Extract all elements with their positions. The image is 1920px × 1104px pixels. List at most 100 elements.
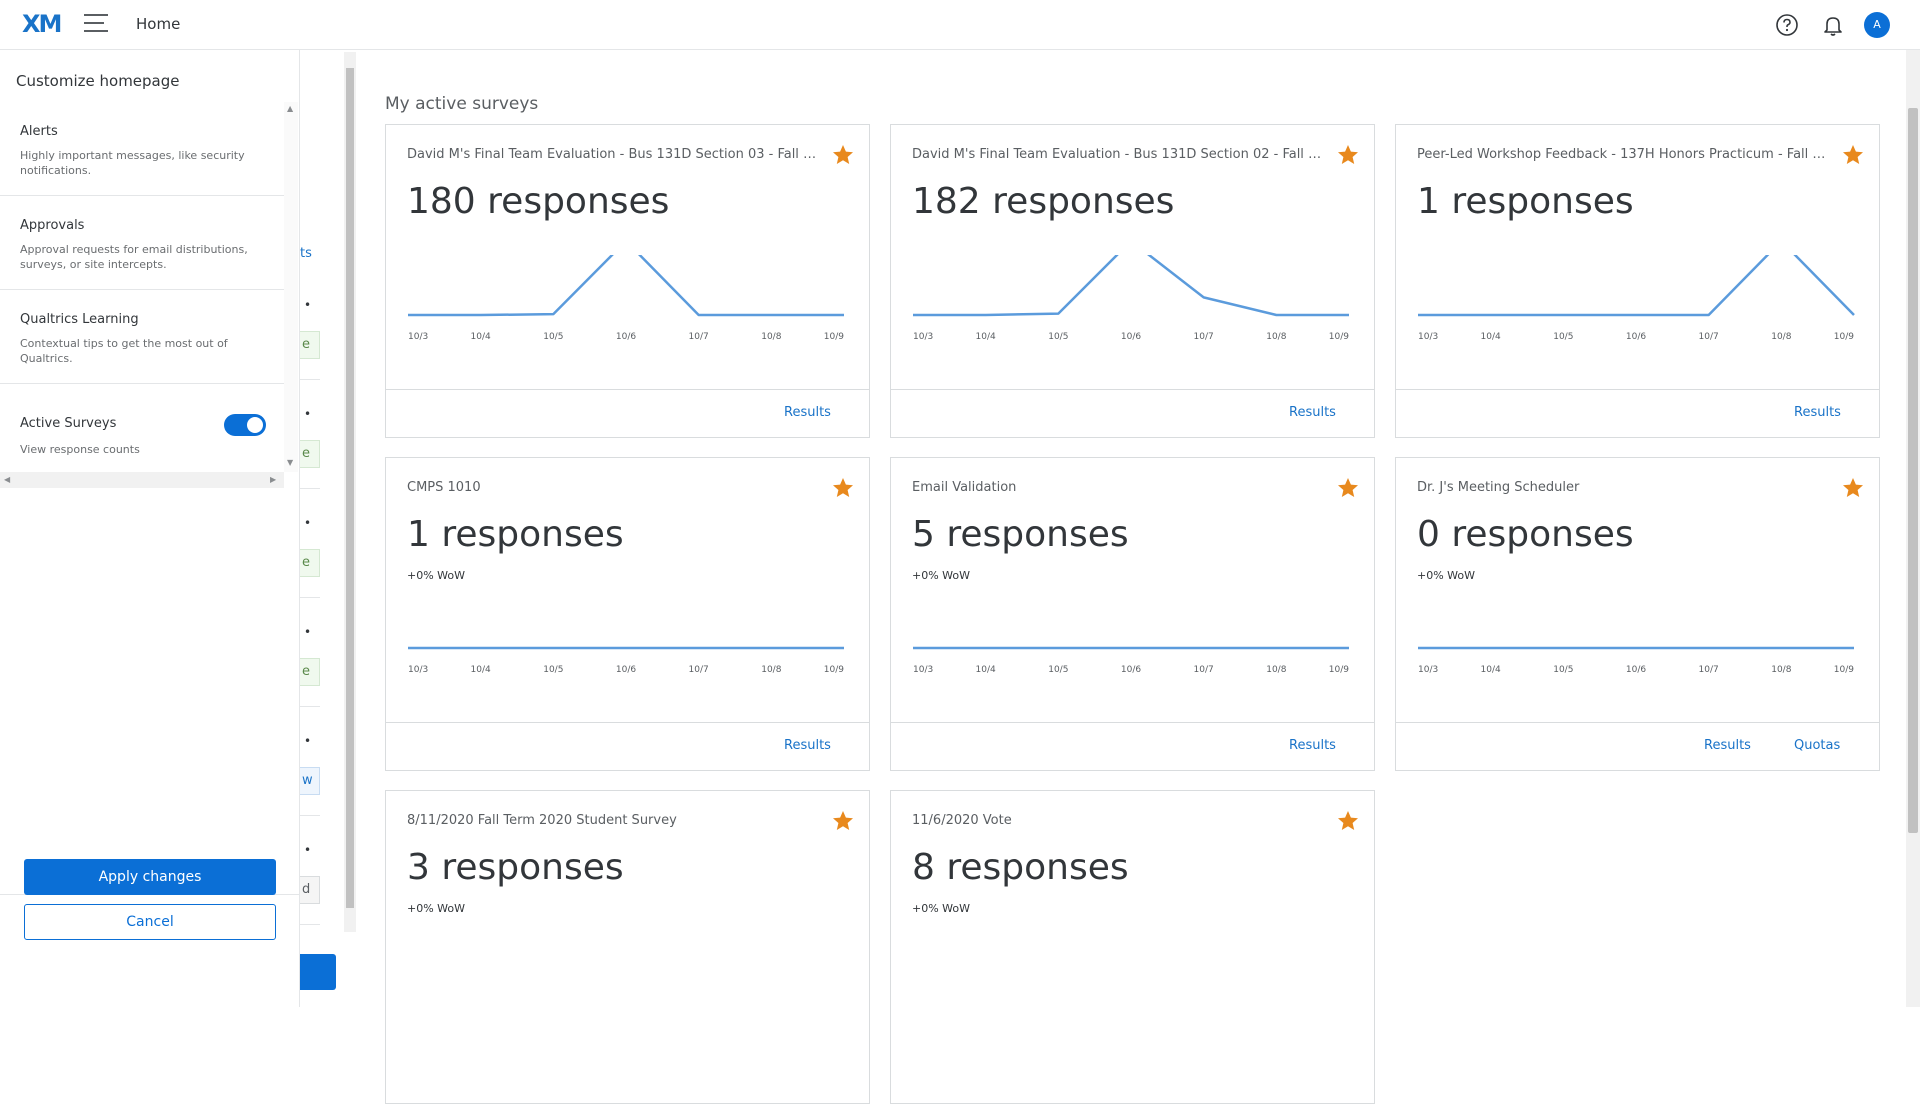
survey-name[interactable]: David M's Final Team Evaluation - Bus 13…: [912, 147, 1322, 162]
strip-badge[interactable]: e: [300, 440, 320, 468]
survey-name[interactable]: CMPS 1010: [407, 480, 817, 495]
scroll-left-icon[interactable]: ◀: [4, 475, 10, 484]
survey-card[interactable]: 8/11/2020 Fall Term 2020 Student Survey 3…: [385, 790, 870, 1104]
divider: [1396, 722, 1879, 723]
widget-title: Approvals: [20, 218, 85, 233]
survey-name[interactable]: Peer-Led Workshop Feedback - 137H Honors…: [1417, 147, 1827, 162]
strip-bullet: •: [304, 516, 312, 530]
survey-name[interactable]: 11/6/2020 Vote: [912, 813, 1322, 828]
series-line: [913, 255, 1349, 317]
xm-logo[interactable]: XM: [22, 10, 62, 38]
survey-name[interactable]: Dr. J's Meeting Scheduler: [1417, 480, 1827, 495]
x-tick-label: 10/3: [1418, 332, 1438, 342]
x-tick-label: 10/5: [1048, 665, 1068, 675]
active-surveys-toggle[interactable]: [224, 414, 266, 436]
divider: [300, 924, 320, 925]
wow-change: +0% WoW: [1417, 569, 1476, 582]
customize-panel: Customize homepage Alerts Highly importa…: [0, 50, 300, 1007]
results-link[interactable]: Results: [784, 405, 831, 420]
results-link[interactable]: Results: [1704, 738, 1751, 753]
survey-name[interactable]: David M's Final Team Evaluation - Bus 13…: [407, 147, 817, 162]
strip-bullet: •: [304, 407, 312, 421]
x-tick-label: 10/4: [976, 332, 996, 342]
x-tick-label: 10/5: [1553, 332, 1573, 342]
strip-bullet: •: [304, 298, 312, 312]
results-link[interactable]: Results: [1289, 738, 1336, 753]
results-link[interactable]: Results: [1794, 405, 1841, 420]
x-tick-label: 10/7: [689, 332, 709, 342]
survey-card[interactable]: Dr. J's Meeting Scheduler 0 responses +0% …: [1395, 457, 1880, 771]
panel-vertical-scrollbar[interactable]: ▲ ▼: [284, 102, 298, 472]
scroll-down-icon[interactable]: ▼: [287, 458, 293, 467]
panel-title: Customize homepage: [16, 72, 180, 90]
x-tick-label: 10/5: [1553, 665, 1573, 675]
x-tick-label: 10/9: [1329, 332, 1349, 342]
bell-icon[interactable]: [1820, 12, 1846, 38]
widget-item-alerts[interactable]: Alerts Highly important messages, like s…: [0, 102, 284, 196]
strip-badge[interactable]: e: [300, 658, 320, 686]
menu-icon[interactable]: [84, 14, 108, 34]
response-trend-chart: 10/3 10/4 10/5 10/6 10/7 10/8 10/9: [408, 646, 844, 675]
star-icon[interactable]: [831, 476, 855, 500]
section-title: My active surveys: [385, 94, 539, 114]
strip-badge[interactable]: e: [300, 331, 320, 359]
divider: [891, 722, 1374, 723]
strip-badge[interactable]: e: [300, 549, 320, 577]
panel-horizontal-scrollbar[interactable]: ◀ ▶: [0, 472, 284, 488]
divider: [300, 815, 320, 816]
response-trend-chart: 10/3 10/4 10/5 10/6 10/7 10/8 10/9: [408, 255, 844, 342]
results-link[interactable]: Results: [784, 738, 831, 753]
x-tick-label: 10/7: [1194, 332, 1214, 342]
star-icon[interactable]: [1336, 809, 1360, 833]
help-icon[interactable]: [1774, 12, 1800, 38]
strip-link[interactable]: ts: [300, 246, 312, 261]
widget-item-learning[interactable]: Qualtrics Learning Contextual tips to ge…: [0, 290, 284, 384]
survey-name[interactable]: 8/11/2020 Fall Term 2020 Student Survey: [407, 813, 817, 828]
survey-card[interactable]: Peer-Led Workshop Feedback - 137H Honors…: [1395, 124, 1880, 438]
x-tick-label: 10/4: [1481, 665, 1501, 675]
star-icon[interactable]: [831, 809, 855, 833]
star-icon[interactable]: [1336, 476, 1360, 500]
strip-blue-button[interactable]: [300, 954, 336, 990]
star-icon[interactable]: [1841, 143, 1865, 167]
star-icon[interactable]: [1841, 476, 1865, 500]
x-tick-label: 10/8: [1771, 332, 1791, 342]
x-tick-label: 10/8: [1266, 332, 1286, 342]
x-tick-label: 10/3: [913, 665, 933, 675]
survey-name[interactable]: Email Validation: [912, 480, 1322, 495]
x-tick-label: 10/5: [1048, 332, 1068, 342]
star-icon[interactable]: [831, 143, 855, 167]
widget-desc: Contextual tips to get the most out of Q…: [20, 337, 228, 365]
widget-item-active-surveys[interactable]: Active Surveys View response counts: [0, 384, 284, 474]
cancel-button[interactable]: Cancel: [24, 904, 276, 940]
widget-item-approvals[interactable]: Approvals Approval requests for email di…: [0, 196, 284, 290]
survey-card[interactable]: David M's Final Team Evaluation - Bus 13…: [890, 124, 1375, 438]
strip-badge[interactable]: w: [300, 767, 320, 795]
survey-card[interactable]: CMPS 1010 1 responses +0% WoW 10/3 10/4 10/5 1…: [385, 457, 870, 771]
x-tick-label: 10/9: [1834, 665, 1854, 675]
widget-title: Qualtrics Learning: [20, 312, 139, 327]
results-link[interactable]: Results: [1289, 405, 1336, 420]
page-title: Home: [136, 15, 181, 33]
divider: [386, 389, 869, 390]
survey-card[interactable]: 11/6/2020 Vote 8 responses +0% WoW: [890, 790, 1375, 1104]
apply-changes-button[interactable]: Apply changes: [24, 859, 276, 895]
page-scroll-thumb[interactable]: [1908, 108, 1918, 833]
x-tick-label: 10/5: [543, 332, 563, 342]
survey-card[interactable]: Email Validation 5 responses +0% WoW 10/3 10…: [890, 457, 1375, 771]
strip-scroll-thumb[interactable]: [346, 68, 354, 908]
response-count: 5 responses: [912, 514, 1129, 555]
star-icon[interactable]: [1336, 143, 1360, 167]
x-tick-label: 10/8: [1771, 665, 1791, 675]
strip-badge[interactable]: d: [300, 876, 320, 904]
x-tick-label: 10/7: [1699, 665, 1719, 675]
response-count: 1 responses: [407, 514, 624, 555]
widget-title: Alerts: [20, 124, 58, 139]
quotas-link[interactable]: Quotas: [1794, 738, 1840, 753]
scroll-right-icon[interactable]: ▶: [270, 475, 276, 484]
divider: [300, 706, 320, 707]
x-tick-label: 10/4: [471, 332, 491, 342]
survey-card[interactable]: David M's Final Team Evaluation - Bus 13…: [385, 124, 870, 438]
scroll-up-icon[interactable]: ▲: [287, 104, 293, 113]
avatar[interactable]: A: [1864, 12, 1890, 38]
